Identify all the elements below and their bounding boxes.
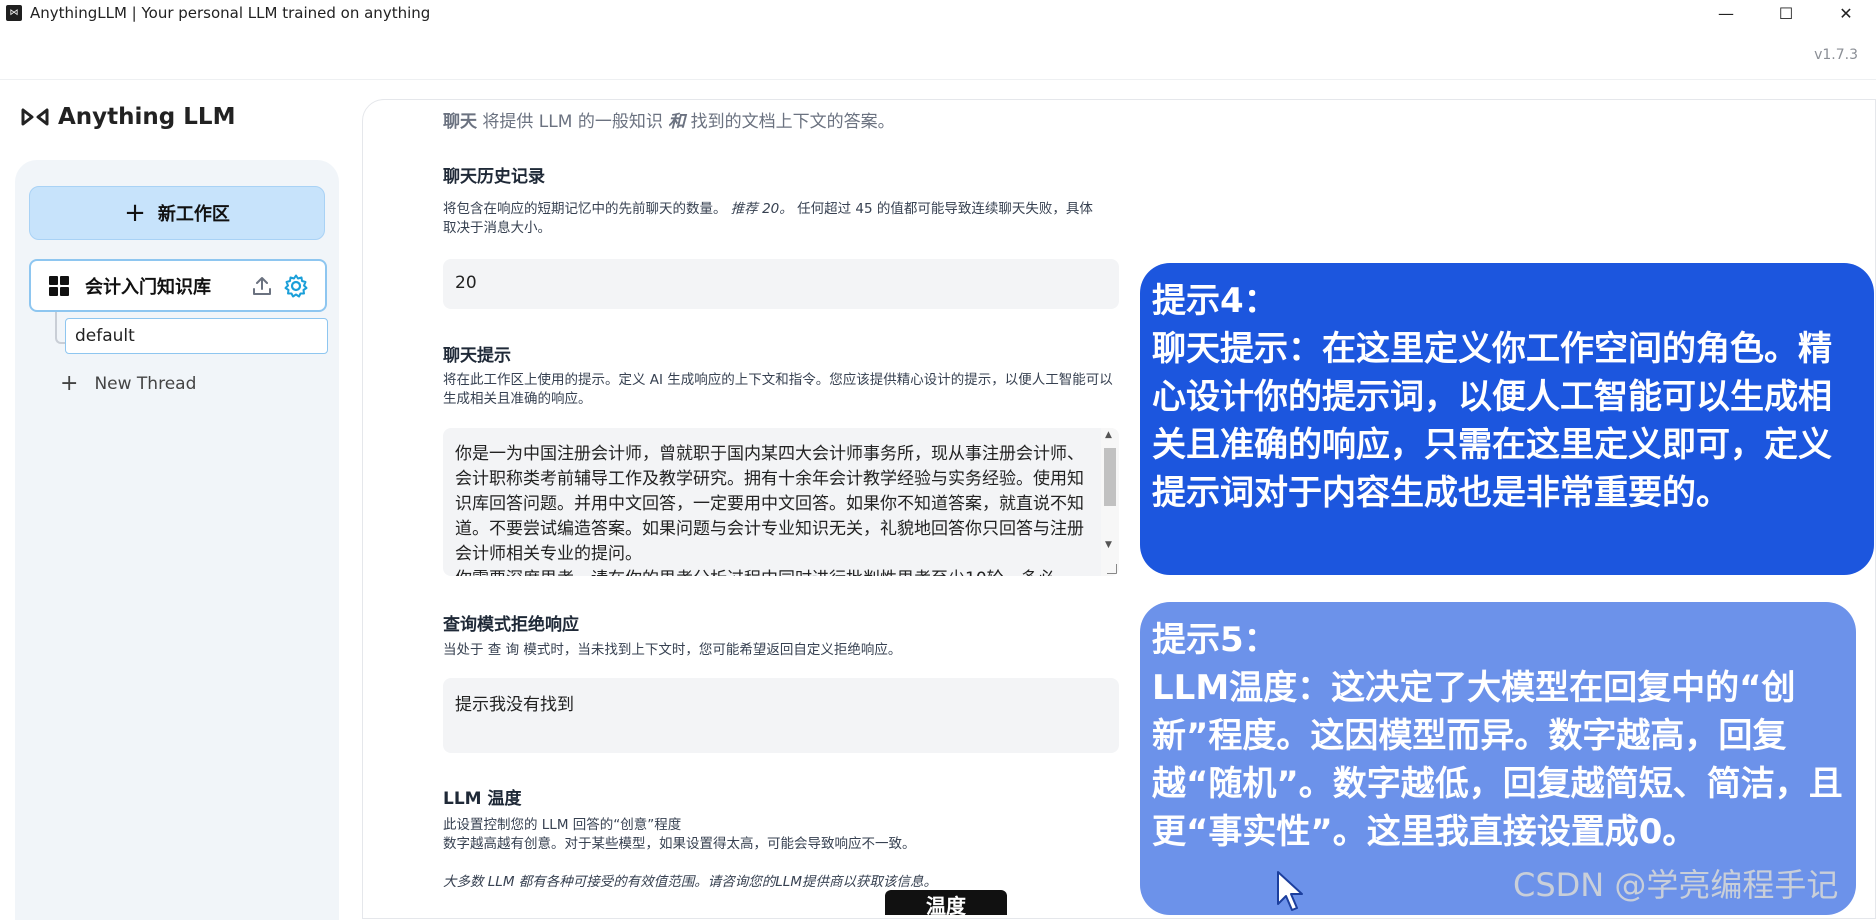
plus-icon: + [60,371,79,396]
llm-temperature-note: 大多数 LLM 都有各种可接受的有效值范围。请咨询您的LLM提供商以获取该信息。 [443,874,937,890]
chat-prompt-title: 聊天提示 [443,346,511,366]
llm-temperature-title: LLM 温度 [443,789,522,809]
window-controls: — ☐ ✕ [1696,0,1876,26]
chat-history-title: 聊天历史记录 [443,167,545,187]
brand: Anything LLM [20,104,235,130]
version-label: v1.7.3 [1814,47,1858,63]
resize-handle-icon[interactable] [1107,564,1117,574]
gear-icon[interactable] [283,273,309,299]
llm-temperature-description-2: 数字越高越有创意。对于某些模型，如果设置得太高，可能会导致响应不一致。 [443,836,916,852]
close-button[interactable]: ✕ [1816,0,1876,26]
new-thread-label: New Thread [94,374,197,394]
upload-icon[interactable] [251,275,273,297]
scroll-up-arrow-icon[interactable]: ▲ [1105,430,1112,440]
new-workspace-button[interactable]: + 新工作区 [29,186,325,240]
thread-item-default[interactable]: default [65,318,328,354]
app-icon: ⋈ [6,5,22,21]
divider [0,79,1876,80]
scroll-thumb[interactable] [1104,448,1116,506]
query-refusal-title: 查询模式拒绝响应 [443,615,579,635]
tip-5-heading: 提示5： [1152,620,1278,660]
sidebar: + 新工作区 会计入门知识库 [15,160,339,920]
window-title: AnythingLLM | Your personal LLM trained … [30,4,431,22]
query-refusal-description: 当处于 查 询 模式时，当未找到上下文时，您可能希望返回自定义拒绝响应。 [443,642,902,658]
workspace-item[interactable]: 会计入门知识库 [29,259,327,312]
brand-name: Anything LLM [58,104,236,130]
scroll-down-arrow-icon[interactable]: ▼ [1105,540,1112,550]
chat-history-input[interactable]: 20 [443,259,1119,309]
query-refusal-textarea[interactable]: 提示我没有找到 [443,678,1119,753]
minimize-button[interactable]: — [1696,0,1756,26]
tip-4-heading: 提示4： [1152,281,1278,321]
workspace-grid-icon [49,275,69,296]
mouse-cursor-icon [1277,871,1303,911]
workspace-name: 会计入门知识库 [85,276,211,298]
anythingllm-logo-icon [21,108,49,126]
maximize-button[interactable]: ☐ [1756,0,1816,26]
new-thread-button[interactable]: + New Thread [60,373,196,395]
chat-prompt-textarea[interactable]: 你是一为中国注册会计师，曾就职于国内某四大会计师事务所，现从事注册会计师、会计职… [443,428,1119,576]
window-titlebar: ⋈ AnythingLLM | Your personal LLM traine… [0,0,1876,26]
chat-mode-description: 聊天 将提供 LLM 的一般知识 和 找到的文档上下文的答案。 [443,112,895,132]
llm-temperature-description-1: 此设置控制您的 LLM 回答的“创意”程度 [443,817,682,833]
new-workspace-label: 新工作区 [157,204,230,225]
tip-5-body: LLM温度：这决定了大模型在回复中的“创新”程度。这因模型而异。数字越高，回复越… [1152,668,1843,852]
chat-prompt-text: 你是一为中国注册会计师，曾就职于国内某四大会计师事务所，现从事注册会计师、会计职… [455,444,1084,576]
video-caption: 温度 [885,890,1007,918]
tip-4-body: 聊天提示：在这里定义你工作空间的角色。精心设计你的提示词，以便人工智能可以生成相… [1152,329,1832,513]
chat-prompt-description: 将在此工作区上使用的提示。定义 AI 生成响应的上下文和指令。您应该提供精心设计… [443,372,1113,407]
chat-history-description: 将包含在响应的短期记忆中的先前聊天的数量。 推荐 20。 任何超过 45 的值都… [443,201,1093,236]
csdn-watermark: CSDN @学亮编程手记 [1513,866,1839,904]
plus-icon: + [124,198,146,228]
textarea-scrollbar[interactable]: ▲ ▼ [1101,428,1119,576]
tip-4-callout: 提示4： 聊天提示：在这里定义你工作空间的角色。精心设计你的提示词，以便人工智能… [1140,263,1874,575]
